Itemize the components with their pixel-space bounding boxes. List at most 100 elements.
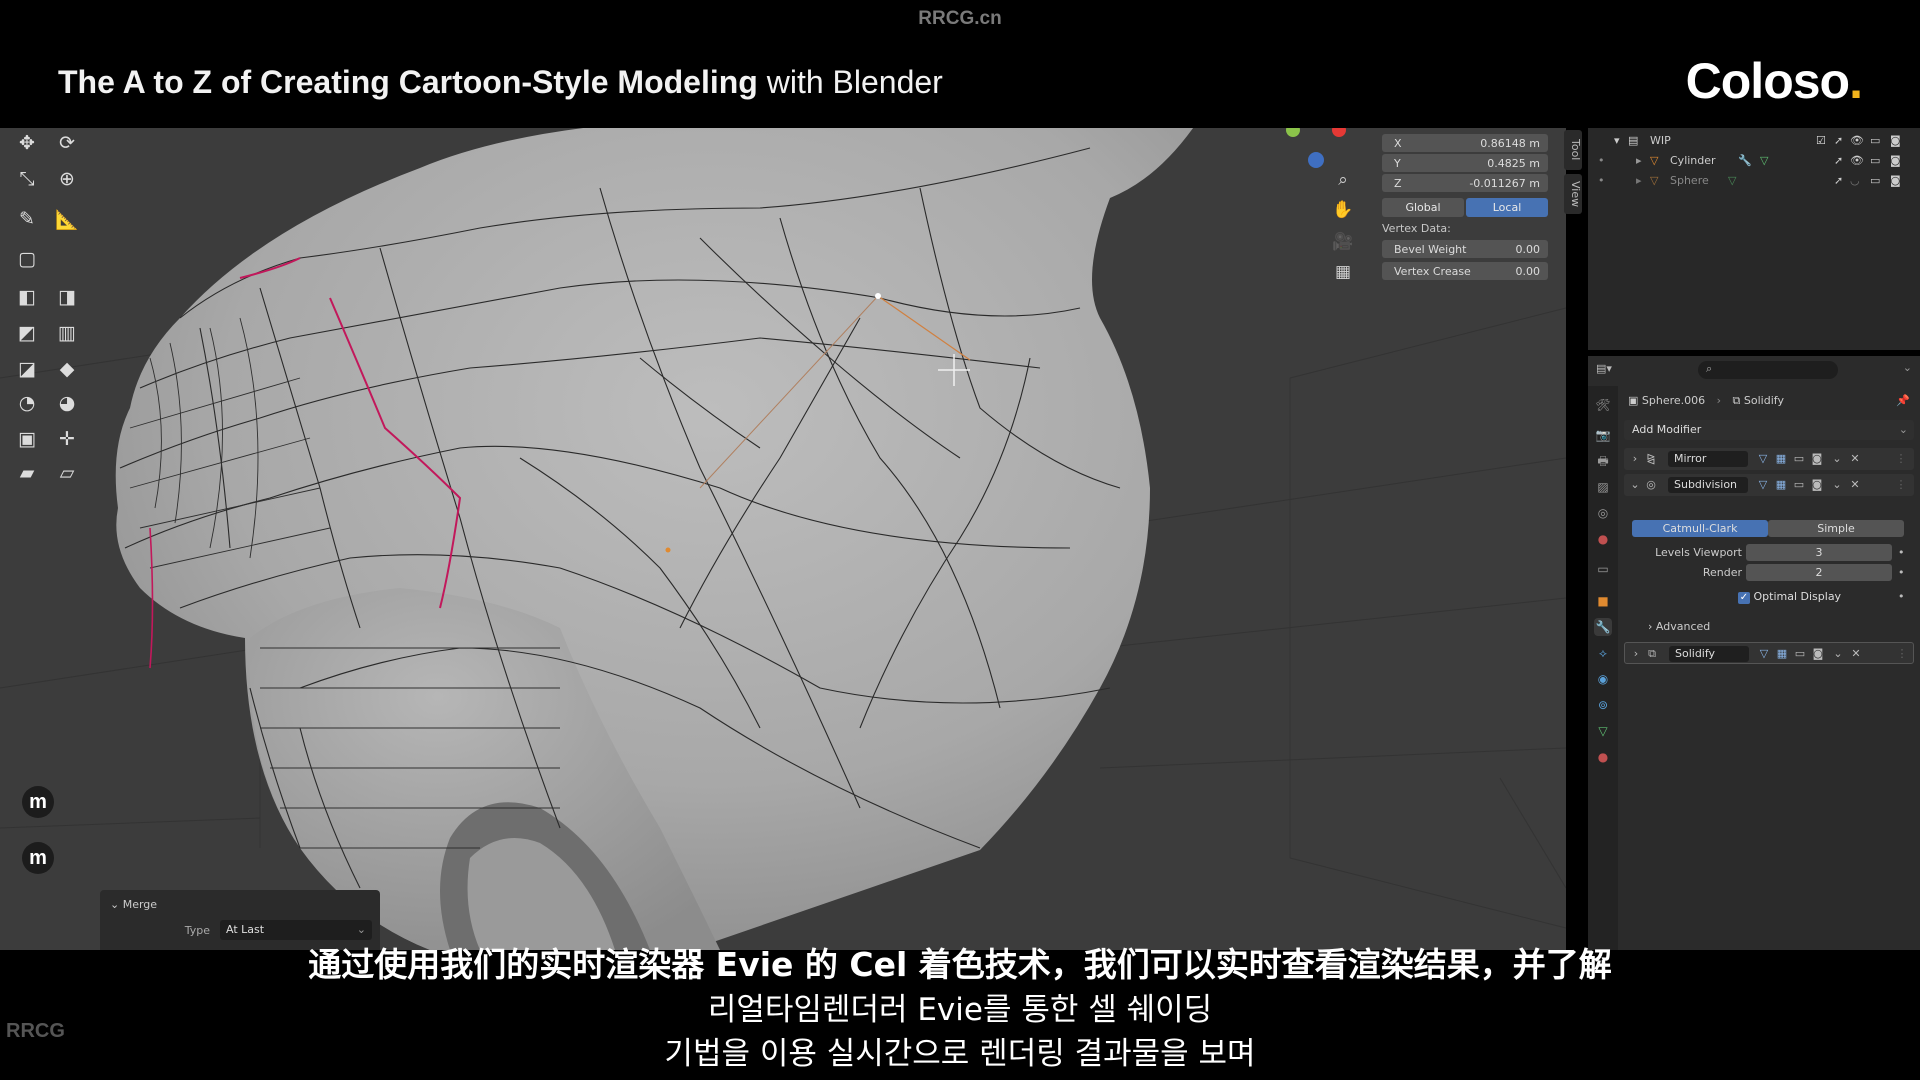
modifier-name-field[interactable]: Subdivision <box>1668 477 1748 493</box>
pin-icon[interactable]: 📌 <box>1896 394 1910 407</box>
eye-icon[interactable]: 👁 <box>1850 154 1864 167</box>
loop-cut-tool-icon[interactable]: ▥ <box>52 318 82 348</box>
chevron-down-icon[interactable]: ⌄ <box>1903 361 1912 374</box>
tab-modifier-icon[interactable]: 🔧 <box>1594 618 1612 636</box>
zoom-icon[interactable]: ⌕ <box>1330 170 1356 196</box>
bevel-tool-icon[interactable]: ◩ <box>12 318 42 348</box>
tab-tool-icon[interactable]: 🛠 <box>1594 396 1612 414</box>
collapse-arrow-icon[interactable]: ⌄ <box>1628 478 1642 492</box>
tab-view-layer-icon[interactable]: ▨ <box>1594 478 1612 496</box>
edit-mode-icon[interactable]: ▽ <box>1756 478 1770 492</box>
modifier-name-field[interactable]: Mirror <box>1668 451 1748 467</box>
m-button-1[interactable]: m <box>22 786 54 818</box>
catmull-clark-button[interactable]: Catmull-Clark <box>1632 520 1768 537</box>
on-cage-icon[interactable]: ▦ <box>1774 478 1788 492</box>
camera-icon[interactable]: 🎥 <box>1330 232 1356 258</box>
optimal-display-checkbox[interactable]: ✓ Optimal Display <box>1738 590 1841 604</box>
levels-viewport-field[interactable]: 3 <box>1746 544 1892 561</box>
on-cage-icon[interactable]: ▦ <box>1775 647 1789 661</box>
keyframe-dot-icon[interactable]: • <box>1898 590 1905 603</box>
measure-tool-icon[interactable]: 📐 <box>52 204 82 234</box>
drag-handle-icon[interactable]: ⋮ <box>1895 647 1909 661</box>
viewport-display-icon[interactable]: ▭ <box>1792 452 1806 466</box>
monitor-icon[interactable]: ▭ <box>1870 154 1880 167</box>
expand-arrow-icon[interactable]: ▾ <box>1614 134 1620 147</box>
advanced-subpanel[interactable]: › Advanced <box>1648 620 1710 633</box>
ortho-grid-icon[interactable]: ▦ <box>1330 262 1356 288</box>
render-levels-field[interactable]: 2 <box>1746 564 1892 581</box>
extrude-tool-icon[interactable]: ◧ <box>12 282 42 312</box>
edge-slide-tool-icon[interactable]: ▣ <box>12 424 42 454</box>
x-field[interactable]: X 0.86148 m <box>1382 134 1548 152</box>
properties-search-input[interactable]: ⌕ <box>1698 361 1838 379</box>
rip-tool-icon[interactable]: ▱ <box>52 458 82 488</box>
m-button-2[interactable]: m <box>22 842 54 874</box>
smooth-tool-icon[interactable]: ◕ <box>52 388 82 418</box>
drag-handle-icon[interactable]: ⋮ <box>1894 452 1908 466</box>
render-display-icon[interactable]: ◙ <box>1810 478 1824 492</box>
viewport-display-icon[interactable]: ▭ <box>1792 478 1806 492</box>
tab-data-icon[interactable]: ▽ <box>1594 722 1612 740</box>
tab-physics-icon[interactable]: ◉ <box>1594 670 1612 688</box>
expand-arrow-icon[interactable]: › <box>1628 452 1642 466</box>
modifier-solidify[interactable]: › ⧉ Solidify ▽ ▦ ▭ ◙ ⌄ ✕ ⋮ <box>1624 642 1914 664</box>
tab-render-icon[interactable]: 📷 <box>1594 426 1612 444</box>
global-toggle[interactable]: Global <box>1382 198 1464 217</box>
local-toggle[interactable]: Local <box>1466 198 1548 217</box>
modifier-subdivision[interactable]: ⌄ ◎ Subdivision ▽ ▦ ▭ ◙ ⌄ ✕ ⋮ <box>1624 474 1914 496</box>
add-modifier-dropdown[interactable]: Add Modifier ⌄ <box>1624 420 1914 440</box>
keyframe-dot-icon[interactable]: • <box>1898 546 1905 559</box>
tab-object-icon[interactable]: ■ <box>1594 592 1612 610</box>
knife-tool-icon[interactable]: ◪ <box>12 354 42 384</box>
tab-particles-icon[interactable]: ⟡ <box>1594 644 1612 662</box>
y-field[interactable]: Y 0.4825 m <box>1382 154 1548 172</box>
chevron-down-icon[interactable]: ⌄ <box>1830 452 1844 466</box>
on-cage-icon[interactable]: ▦ <box>1774 452 1788 466</box>
outliner-row-wip[interactable]: ▾ ▤ WIP ☑ ➚ 👁 ▭ ◙ <box>1588 130 1920 150</box>
camera-render-icon[interactable]: ◙ <box>1890 134 1901 147</box>
poly-build-tool-icon[interactable]: ◆ <box>52 354 82 384</box>
merge-type-dropdown[interactable]: At Last ⌄ <box>220 920 372 940</box>
tab-constraints-icon[interactable]: ⊚ <box>1594 696 1612 714</box>
tab-world-icon[interactable]: ● <box>1594 530 1612 548</box>
tab-collection-icon[interactable]: ▭ <box>1594 560 1612 578</box>
scale-tool-icon[interactable]: ⤡ <box>12 164 42 194</box>
expand-arrow-icon[interactable]: › <box>1629 647 1643 661</box>
simple-button[interactable]: Simple <box>1768 520 1904 537</box>
merge-panel-header[interactable]: ⌄ Merge <box>110 898 157 911</box>
edit-mode-icon[interactable]: ▽ <box>1756 452 1770 466</box>
render-display-icon[interactable]: ◙ <box>1811 647 1825 661</box>
select-arrow-icon[interactable]: ➚ <box>1834 174 1843 187</box>
annotate-tool-icon[interactable]: ✎ <box>12 204 42 234</box>
select-arrow-icon[interactable]: ➚ <box>1834 134 1843 147</box>
select-arrow-icon[interactable]: ➚ <box>1834 154 1843 167</box>
pan-hand-icon[interactable]: ✋ <box>1330 200 1356 226</box>
render-display-icon[interactable]: ◙ <box>1810 452 1824 466</box>
bevel-weight-field[interactable]: Bevel Weight 0.00 <box>1382 240 1548 258</box>
chevron-down-icon[interactable]: ⌄ <box>1831 647 1845 661</box>
outliner-row-sphere[interactable]: • ▸ ▽ Sphere ▽ ➚ ◡ ▭ ◙ <box>1588 170 1920 190</box>
eye-closed-icon[interactable]: ◡ <box>1850 174 1860 187</box>
close-icon[interactable]: ✕ <box>1848 452 1862 466</box>
modifier-mirror[interactable]: › ⧎ Mirror ▽ ▦ ▭ ◙ ⌄ ✕ ⋮ <box>1624 448 1914 470</box>
vertex-crease-field[interactable]: Vertex Crease 0.00 <box>1382 262 1548 280</box>
spin-tool-icon[interactable]: ◔ <box>12 388 42 418</box>
monitor-icon[interactable]: ▭ <box>1870 174 1880 187</box>
keyframe-dot-icon[interactable]: • <box>1898 566 1905 579</box>
modifier-name-field[interactable]: Solidify <box>1669 646 1749 662</box>
editor-type-icon[interactable]: ▤▾ <box>1596 362 1612 375</box>
tab-output-icon[interactable]: 🖶 <box>1594 452 1612 470</box>
close-icon[interactable]: ✕ <box>1848 478 1862 492</box>
tab-tool[interactable]: Tool <box>1564 130 1582 170</box>
z-field[interactable]: Z -0.011267 m <box>1382 174 1548 192</box>
tab-scene-icon[interactable]: ◎ <box>1594 504 1612 522</box>
outliner-row-cylinder[interactable]: • ▸ ▽ Cylinder 🔧 ▽ ➚ 👁 ▭ ◙ <box>1588 150 1920 170</box>
edit-mode-icon[interactable]: ▽ <box>1757 647 1771 661</box>
move-tool-icon[interactable]: ✥ <box>12 128 42 158</box>
camera-render-icon[interactable]: ◙ <box>1890 154 1901 167</box>
eye-icon[interactable]: 👁 <box>1850 134 1864 147</box>
inset-tool-icon[interactable]: ◨ <box>52 282 82 312</box>
drag-handle-icon[interactable]: ⋮ <box>1894 478 1908 492</box>
viewport-display-icon[interactable]: ▭ <box>1793 647 1807 661</box>
close-icon[interactable]: ✕ <box>1849 647 1863 661</box>
